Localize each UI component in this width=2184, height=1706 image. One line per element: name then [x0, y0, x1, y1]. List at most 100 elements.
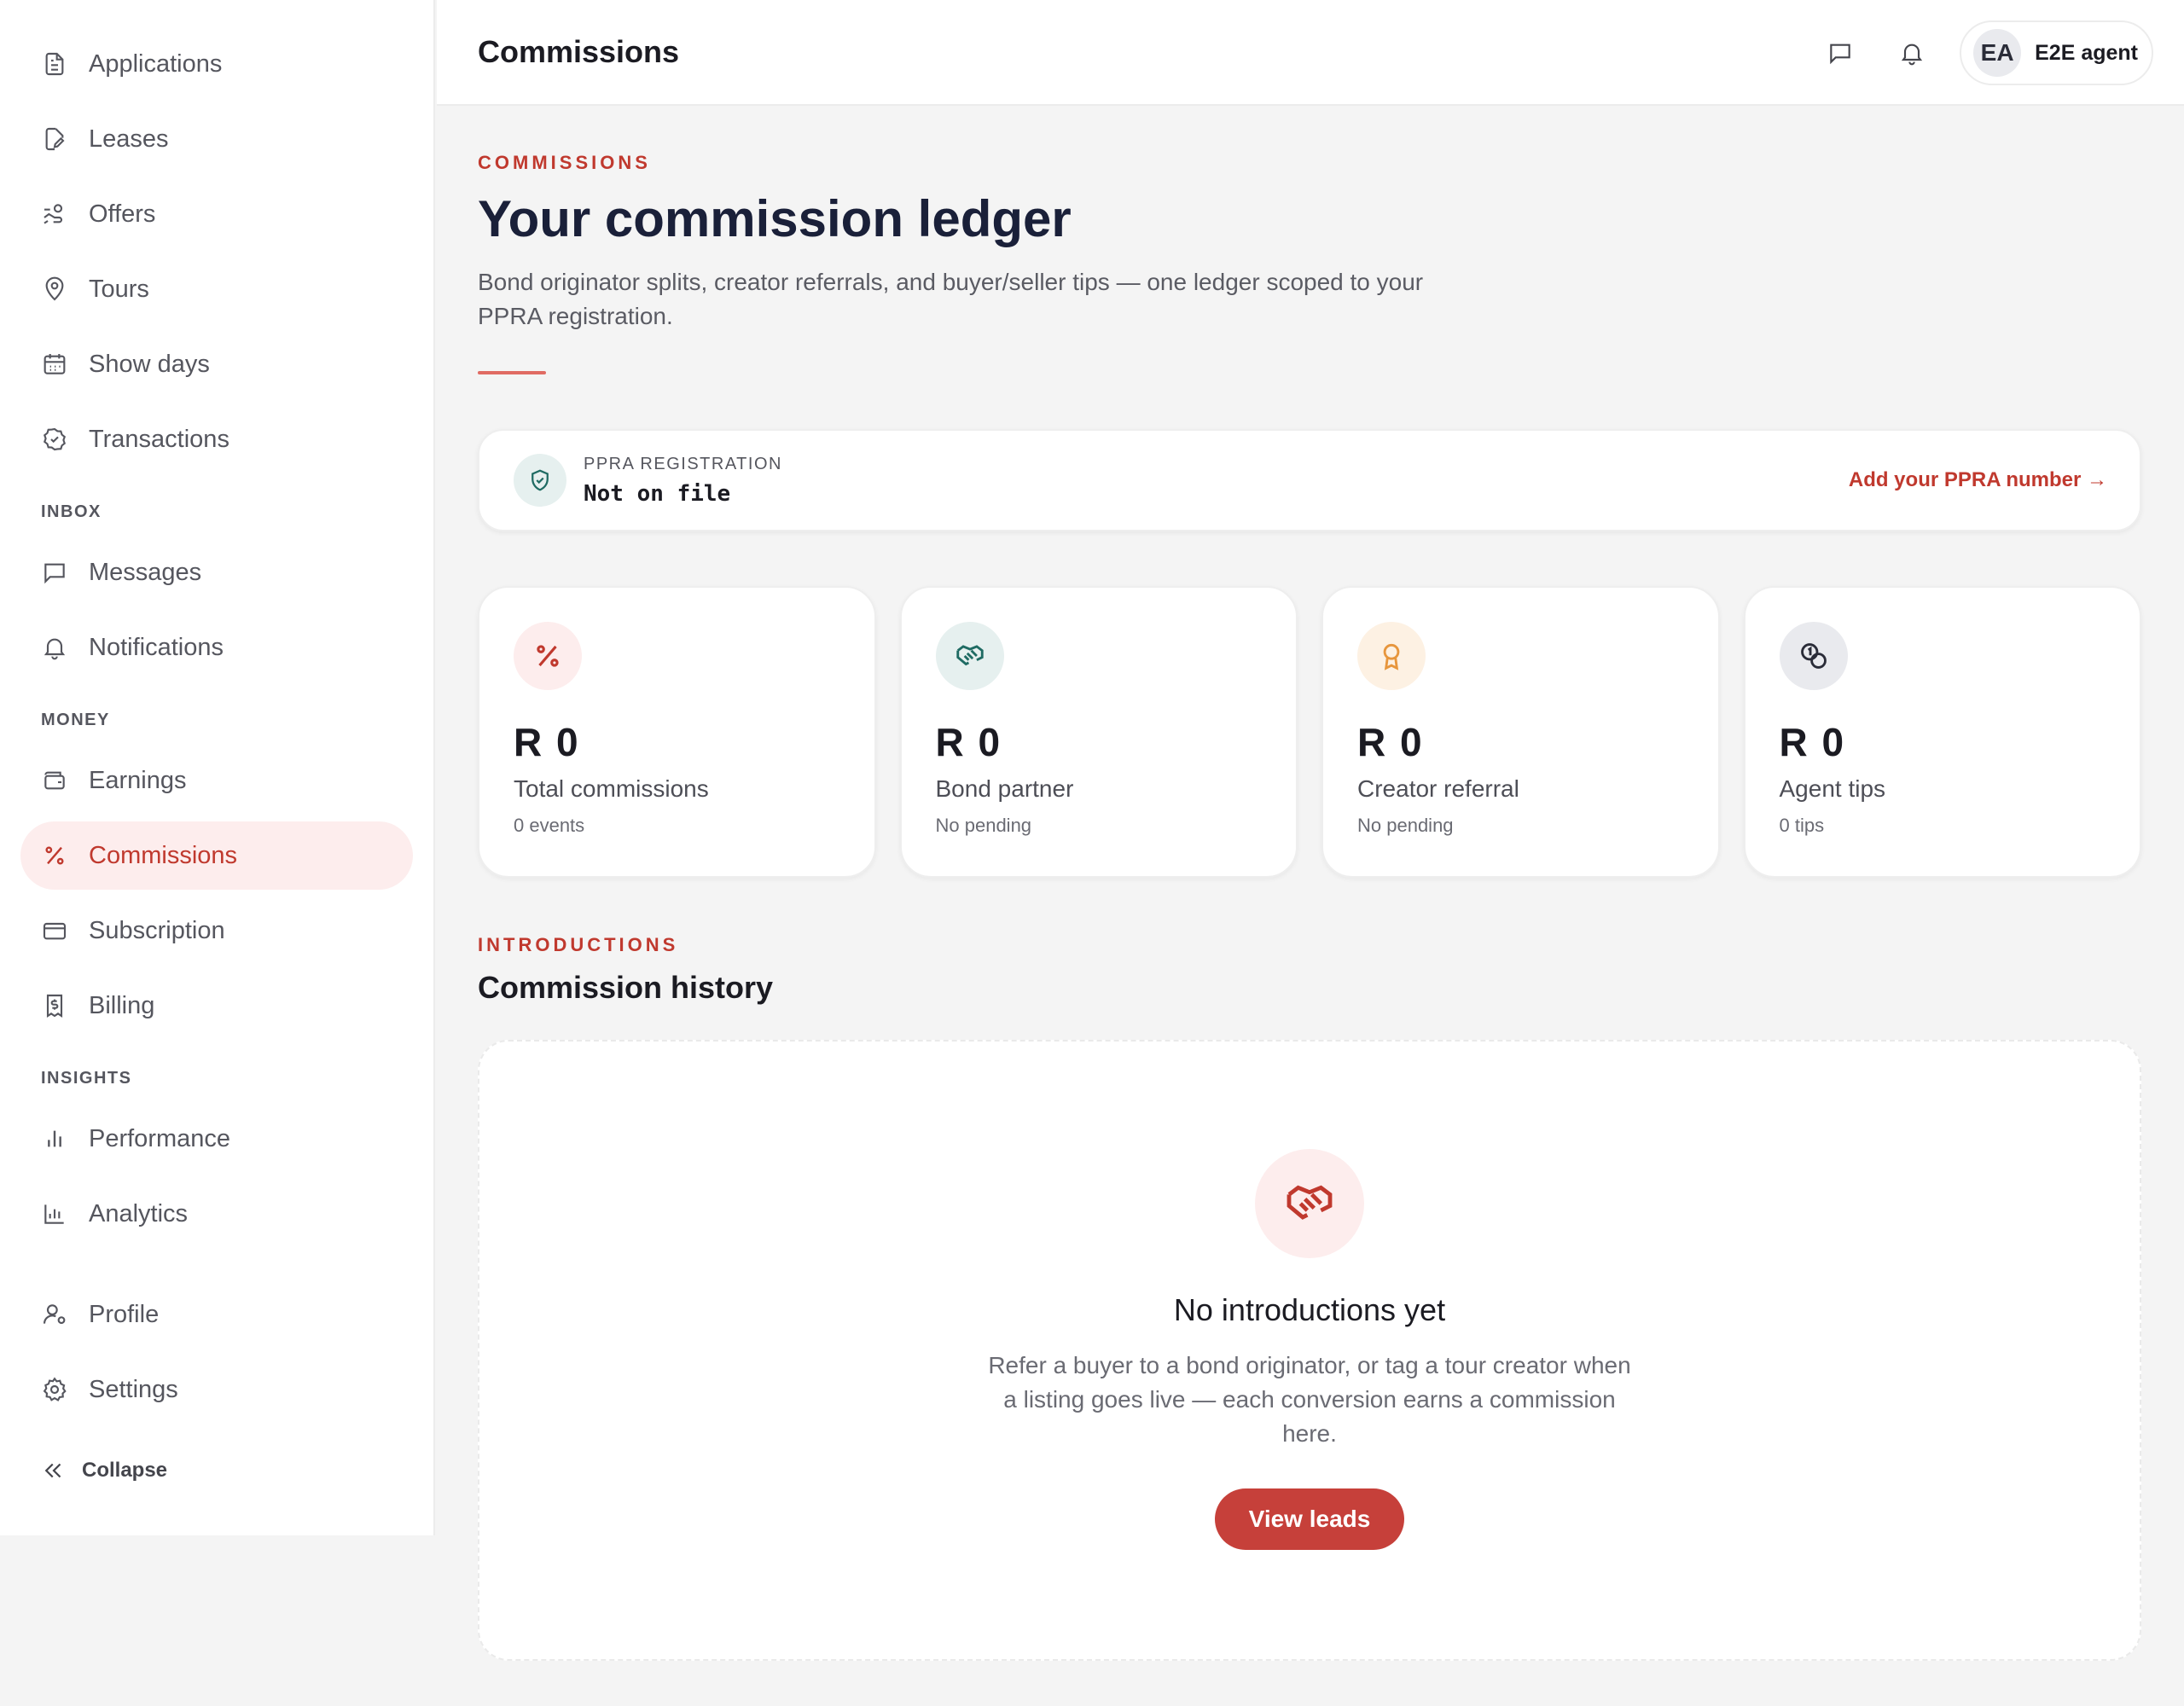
stat-label: Total commissions	[514, 775, 709, 802]
sidebar-item-billing[interactable]: Billing	[20, 972, 413, 1040]
avatar: EA	[1973, 29, 2022, 77]
history-title: Commission history	[478, 970, 774, 1005]
stat-card-total: R 0 Total commissions 0 events	[478, 586, 876, 878]
sidebar-item-label: Notifications	[89, 633, 224, 661]
stat-label: Agent tips	[1779, 775, 1886, 802]
sidebar-item-label: Tours	[89, 275, 149, 303]
analytics-icon	[41, 1200, 68, 1227]
accent-divider	[478, 371, 546, 374]
gear-icon	[41, 1376, 68, 1403]
sidebar-item-label: Profile	[89, 1300, 160, 1328]
handshake-icon	[1255, 1149, 1364, 1258]
sidebar-item-label: Applications	[89, 49, 223, 78]
stat-label: Creator referral	[1357, 775, 1519, 802]
collapse-label: Collapse	[82, 1459, 168, 1482]
history-eyebrow: INTRODUCTIONS	[478, 934, 679, 955]
empty-state-text: Refer a buyer to a bond originator, or t…	[988, 1352, 1631, 1447]
page-description: Bond originator splits, creator referral…	[478, 269, 1424, 329]
main-top-spacer	[478, 106, 2141, 152]
wallet-icon	[41, 767, 68, 794]
document-icon	[41, 50, 68, 78]
sidebar: Applications Leases Offers Tours Show da…	[0, 0, 435, 1535]
stat-value: R 0	[1779, 720, 1846, 764]
ppra-text: PPRA REGISTRATION Not on file	[584, 455, 782, 507]
ppra-card: PPRA REGISTRATION Not on file Add your P…	[478, 429, 2141, 531]
collapse-button[interactable]: Collapse	[41, 1458, 433, 1483]
map-pin-icon	[41, 276, 68, 303]
nav-section-inbox: INBOX	[41, 502, 102, 521]
handshake-icon	[935, 622, 1004, 690]
view-leads-button[interactable]: View leads	[1214, 1488, 1405, 1550]
sidebar-item-analytics[interactable]: Analytics	[20, 1180, 413, 1248]
sidebar-item-performance[interactable]: Performance	[20, 1105, 413, 1173]
credit-card-icon	[41, 917, 68, 944]
nav-section-insights: INSIGHTS	[41, 1069, 132, 1088]
sidebar-item-notifications[interactable]: Notifications	[20, 613, 413, 682]
sidebar-item-label: Show days	[89, 350, 210, 378]
sidebar-item-offers[interactable]: Offers	[20, 180, 413, 248]
stats-row: R 0 Total commissions 0 events R 0 Bond …	[478, 586, 2141, 878]
user-settings-icon	[41, 1301, 68, 1328]
sidebar-item-settings[interactable]: Settings	[20, 1355, 413, 1424]
sidebar-item-label: Earnings	[89, 766, 187, 794]
stat-card-creator-referral: R 0 Creator referral No pending	[1321, 586, 1720, 878]
sidebar-item-profile[interactable]: Profile	[20, 1280, 413, 1349]
chevrons-left-icon	[44, 1463, 61, 1478]
page-heading: Your commission ledger	[478, 190, 1072, 247]
ppra-label: PPRA REGISTRATION	[584, 454, 782, 473]
stat-value: R 0	[514, 720, 580, 764]
stat-sub: No pending	[1357, 815, 1454, 836]
sidebar-item-subscription[interactable]: Subscription	[20, 897, 413, 965]
user-name: E2E agent	[2035, 40, 2138, 65]
stat-label: Bond partner	[935, 775, 1074, 802]
sidebar-item-messages[interactable]: Messages	[20, 538, 413, 606]
sidebar-item-commissions[interactable]: Commissions	[20, 821, 413, 890]
sidebar-item-applications[interactable]: Applications	[20, 30, 413, 98]
user-menu[interactable]: EA E2E agent	[1960, 20, 2153, 85]
section-eyebrow: COMMISSIONS	[478, 152, 651, 173]
notifications-button[interactable]	[1888, 29, 1936, 77]
sidebar-item-label: Leases	[89, 125, 169, 153]
sidebar-item-label: Offers	[89, 200, 156, 228]
main-content: COMMISSIONS Your commission ledger Bond …	[478, 106, 2141, 1661]
bell-icon	[1901, 44, 1923, 66]
receipt-icon	[41, 992, 68, 1019]
messages-button[interactable]	[1816, 29, 1864, 77]
bell-icon	[41, 634, 68, 661]
stat-card-bond-partner: R 0 Bond partner No pending	[899, 586, 1298, 878]
chat-icon	[41, 559, 68, 586]
nav-section-money: MONEY	[41, 711, 110, 729]
hand-offer-icon	[41, 200, 68, 228]
sidebar-item-label: Performance	[89, 1124, 231, 1152]
sidebar-item-show-days[interactable]: Show days	[20, 330, 413, 398]
stat-sub: 0 tips	[1779, 815, 1825, 836]
stat-sub: No pending	[935, 815, 1032, 836]
sidebar-item-label: Billing	[89, 991, 155, 1019]
stat-value: R 0	[1357, 720, 1424, 764]
check-badge-icon	[41, 426, 68, 453]
empty-state-title: No introductions yet	[1173, 1292, 1446, 1327]
add-ppra-link[interactable]: Add your PPRA number →	[1849, 468, 2107, 492]
sidebar-item-leases[interactable]: Leases	[20, 105, 413, 173]
bar-chart-icon	[41, 1125, 68, 1152]
award-icon	[1357, 622, 1426, 690]
empty-state-card: No introductions yet Refer a buyer to a …	[478, 1040, 2141, 1661]
sidebar-item-label: Transactions	[89, 425, 229, 453]
sidebar-item-transactions[interactable]: Transactions	[20, 405, 413, 473]
sidebar-item-label: Settings	[89, 1375, 178, 1403]
stat-value: R 0	[935, 720, 1002, 764]
page-title: Commissions	[478, 34, 680, 69]
stat-sub: 0 events	[514, 815, 585, 836]
sidebar-item-earnings[interactable]: Earnings	[20, 746, 413, 815]
sidebar-item-label: Analytics	[89, 1199, 189, 1227]
nav-group-main: Applications Leases Offers Tours Show da…	[0, 30, 433, 473]
sidebar-item-label: Commissions	[89, 841, 238, 869]
coins-icon	[1779, 622, 1848, 690]
sidebar-item-label: Messages	[89, 558, 202, 586]
shield-check-icon	[514, 454, 566, 507]
sidebar-item-tours[interactable]: Tours	[20, 255, 413, 323]
stat-card-agent-tips: R 0 Agent tips 0 tips	[1743, 586, 2141, 878]
percent-icon	[514, 622, 582, 690]
sidebar-item-label: Subscription	[89, 916, 225, 944]
